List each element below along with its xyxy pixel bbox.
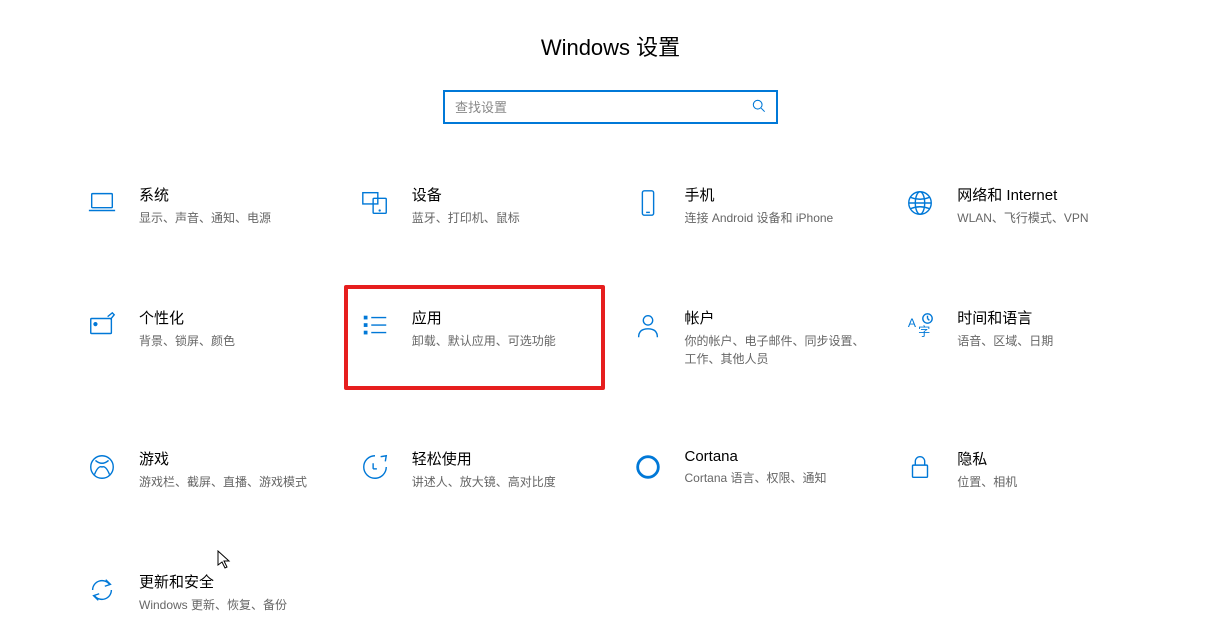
time-language-icon: A字 bbox=[901, 307, 939, 345]
paintbrush-icon bbox=[83, 307, 121, 345]
tile-title: 应用 bbox=[412, 307, 593, 328]
update-icon bbox=[83, 571, 121, 609]
tile-title: 个性化 bbox=[139, 307, 320, 328]
tile-desc: Cortana 语言、权限、通知 bbox=[685, 469, 866, 487]
globe-icon bbox=[901, 184, 939, 222]
tile-title: 轻松使用 bbox=[412, 448, 593, 469]
tile-title: 设备 bbox=[412, 184, 593, 205]
page-title: Windows 设置 bbox=[0, 30, 1221, 62]
tile-desc: 游戏栏、截屏、直播、游戏模式 bbox=[139, 473, 320, 491]
tile-desc: 显示、声音、通知、电源 bbox=[139, 209, 320, 227]
tile-desc: 你的帐户、电子邮件、同步设置、工作、其他人员 bbox=[685, 332, 866, 368]
phone-icon bbox=[629, 184, 667, 222]
tile-cortana[interactable]: Cortana Cortana 语言、权限、通知 bbox=[621, 438, 874, 501]
tile-desc: 讲述人、放大镜、高对比度 bbox=[412, 473, 593, 491]
tile-devices[interactable]: 设备 蓝牙、打印机、鼠标 bbox=[348, 174, 601, 237]
tile-title: 游戏 bbox=[139, 448, 320, 469]
cortana-icon bbox=[629, 448, 667, 486]
tile-desc: WLAN、飞行模式、VPN bbox=[957, 209, 1138, 227]
devices-icon bbox=[356, 184, 394, 222]
tile-title: 帐户 bbox=[685, 307, 866, 328]
tile-title: 隐私 bbox=[957, 448, 1138, 469]
xbox-icon bbox=[83, 448, 121, 486]
tile-desc: 语音、区域、日期 bbox=[957, 332, 1138, 350]
tile-gaming[interactable]: 游戏 游戏栏、截屏、直播、游戏模式 bbox=[75, 438, 328, 501]
tile-title: Cortana bbox=[685, 448, 866, 465]
tile-title: 系统 bbox=[139, 184, 320, 205]
tile-system[interactable]: 系统 显示、声音、通知、电源 bbox=[75, 174, 328, 237]
person-icon bbox=[629, 307, 667, 345]
search-input[interactable] bbox=[455, 100, 752, 115]
search-box[interactable] bbox=[443, 90, 778, 124]
tile-apps[interactable]: 应用 卸载、默认应用、可选功能 bbox=[344, 285, 605, 390]
tile-title: 更新和安全 bbox=[139, 571, 320, 592]
search-icon bbox=[752, 99, 766, 116]
svg-text:字: 字 bbox=[918, 323, 930, 338]
apps-list-icon bbox=[356, 307, 394, 345]
tile-phone[interactable]: 手机 连接 Android 设备和 iPhone bbox=[621, 174, 874, 237]
tile-desc: Windows 更新、恢复、备份 bbox=[139, 596, 320, 614]
tile-desc: 背景、锁屏、颜色 bbox=[139, 332, 320, 350]
tile-network[interactable]: 网络和 Internet WLAN、飞行模式、VPN bbox=[893, 174, 1146, 237]
svg-text:A: A bbox=[908, 316, 917, 330]
tile-update-security[interactable]: 更新和安全 Windows 更新、恢复、备份 bbox=[75, 561, 328, 624]
tile-ease-of-access[interactable]: 轻松使用 讲述人、放大镜、高对比度 bbox=[348, 438, 601, 501]
tile-title: 手机 bbox=[685, 184, 866, 205]
tile-desc: 蓝牙、打印机、鼠标 bbox=[412, 209, 593, 227]
tile-desc: 位置、相机 bbox=[957, 473, 1138, 491]
tile-privacy[interactable]: 隐私 位置、相机 bbox=[893, 438, 1146, 501]
tile-accounts[interactable]: 帐户 你的帐户、电子邮件、同步设置、工作、其他人员 bbox=[621, 297, 874, 378]
tile-desc: 卸载、默认应用、可选功能 bbox=[412, 332, 593, 350]
tile-personalization[interactable]: 个性化 背景、锁屏、颜色 bbox=[75, 297, 328, 378]
laptop-icon bbox=[83, 184, 121, 222]
tile-time-language[interactable]: A字 时间和语言 语音、区域、日期 bbox=[893, 297, 1146, 378]
tile-title: 网络和 Internet bbox=[957, 184, 1138, 205]
ease-of-access-icon bbox=[356, 448, 394, 486]
tile-desc: 连接 Android 设备和 iPhone bbox=[685, 209, 866, 227]
tile-title: 时间和语言 bbox=[957, 307, 1138, 328]
lock-icon bbox=[901, 448, 939, 486]
